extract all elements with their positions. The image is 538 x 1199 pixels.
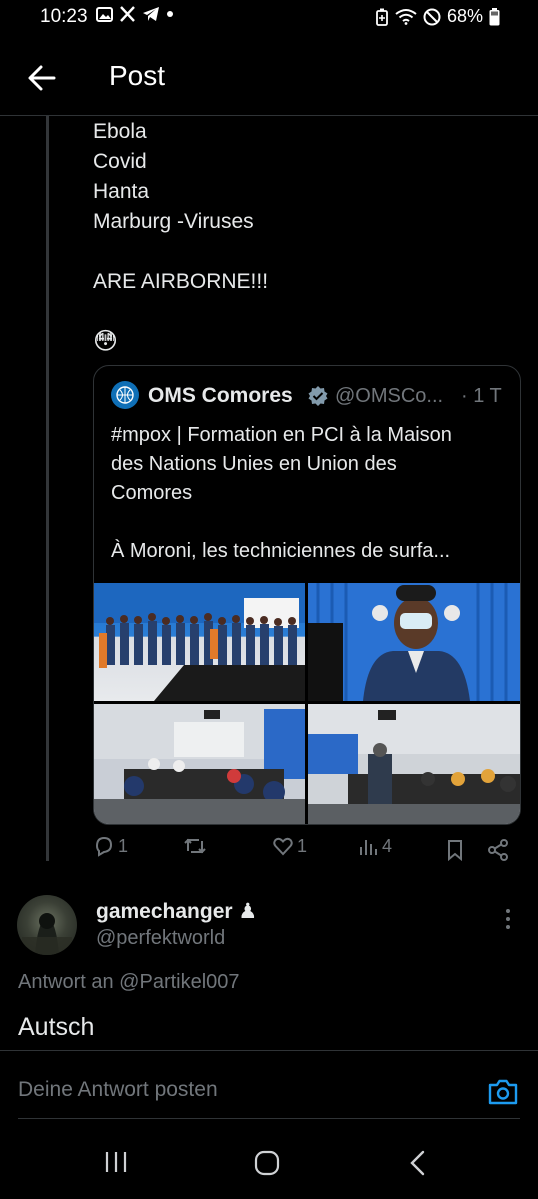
tweet-text-line: Marburg -Viruses bbox=[93, 210, 254, 233]
like-action[interactable]: 1 bbox=[272, 835, 307, 857]
gallery-icon bbox=[96, 6, 113, 22]
tweet-text-line: Ebola bbox=[93, 120, 147, 143]
system-navigation-bar bbox=[0, 1130, 538, 1199]
chess-pawn-emoji: ♟ bbox=[238, 900, 258, 923]
bookmark-icon[interactable] bbox=[445, 839, 465, 861]
flushed-face-emoji: 😳 bbox=[93, 328, 119, 355]
x-icon bbox=[120, 6, 135, 22]
views-action[interactable]: 4 bbox=[357, 835, 392, 857]
quoted-author-name[interactable]: OMS Comores bbox=[148, 384, 293, 408]
reply-count: 1 bbox=[118, 835, 129, 856]
quoted-post-time: · 1 T bbox=[461, 385, 502, 407]
do-not-disturb-icon bbox=[423, 8, 441, 25]
battery-icon bbox=[489, 7, 500, 25]
nav-back-icon[interactable] bbox=[408, 1150, 428, 1176]
page-title: Post bbox=[109, 60, 166, 91]
heart-icon bbox=[273, 837, 293, 856]
composer-divider bbox=[18, 1118, 520, 1119]
reply-author-avatar[interactable] bbox=[17, 895, 77, 955]
home-icon[interactable] bbox=[254, 1150, 280, 1176]
telegram-icon bbox=[143, 7, 159, 21]
reply-action[interactable]: 1 bbox=[93, 835, 128, 857]
status-time: 10:23 bbox=[40, 6, 88, 27]
wifi-icon bbox=[395, 9, 417, 25]
notification-icons bbox=[96, 6, 174, 22]
share-icon[interactable] bbox=[486, 838, 510, 862]
tweet-text-line: Hanta bbox=[93, 180, 150, 203]
reply-author-name[interactable]: gamechanger ♟ bbox=[96, 899, 257, 924]
repost-icon bbox=[184, 838, 206, 854]
recent-apps-icon[interactable] bbox=[104, 1150, 128, 1174]
post-actions-bar: 1 1 4 bbox=[93, 835, 519, 867]
back-arrow-icon[interactable] bbox=[22, 58, 62, 98]
quoted-text-line: #mpox | Formation en PCI à la Maison bbox=[111, 424, 452, 446]
reply-input-placeholder[interactable]: Deine Antwort posten bbox=[18, 1078, 218, 1102]
reply-to-prefix: Antwort an bbox=[18, 971, 114, 993]
who-logo-icon bbox=[116, 386, 134, 404]
quoted-text-line: À Moroni, les techniciennes de surfa... bbox=[111, 540, 451, 562]
system-icons: 68% bbox=[375, 6, 500, 27]
like-count: 1 bbox=[297, 835, 308, 856]
quoted-post-card[interactable]: OMS Comores @OMSCo... · 1 T #mpox | Form… bbox=[93, 365, 521, 825]
views-count: 4 bbox=[382, 835, 393, 856]
photo-group-training[interactable] bbox=[94, 583, 305, 701]
quoted-text-line: Comores bbox=[111, 482, 193, 504]
reply-author-handle[interactable]: @perfektworld bbox=[96, 927, 225, 950]
reply-composer[interactable]: Deine Antwort posten bbox=[0, 1050, 538, 1121]
quoted-text-line: des Nations Unies en Union des bbox=[111, 453, 397, 475]
reply-context: Antwort an @Partikel007 bbox=[18, 971, 240, 994]
photo-classroom-left[interactable] bbox=[94, 704, 305, 824]
status-bar: 10:23 68% bbox=[0, 0, 538, 34]
repost-action[interactable] bbox=[183, 835, 210, 857]
quoted-author-handle[interactable]: @OMSCo... bbox=[335, 385, 443, 408]
tweet-text-line: ARE AIRBORNE!!! bbox=[93, 270, 269, 293]
dot-icon bbox=[167, 11, 173, 17]
photo-mask-demonstration[interactable] bbox=[308, 583, 520, 701]
reply-to-mention[interactable]: @Partikel007 bbox=[119, 971, 239, 993]
camera-icon[interactable] bbox=[487, 1077, 519, 1107]
verified-badge-icon bbox=[308, 386, 328, 406]
top-app-bar: Post bbox=[0, 40, 538, 116]
tweet-text-line: Covid bbox=[93, 150, 147, 173]
battery-percent: 68% bbox=[446, 6, 483, 26]
battery-saver-icon bbox=[376, 8, 388, 26]
more-options-icon[interactable] bbox=[499, 905, 517, 933]
views-icon bbox=[360, 840, 377, 855]
photo-classroom-right[interactable] bbox=[308, 704, 520, 824]
thread-connector-line bbox=[46, 116, 49, 861]
quoted-author-avatar[interactable] bbox=[111, 381, 139, 409]
reply-icon bbox=[95, 836, 113, 857]
reply-text: Autsch bbox=[18, 1013, 95, 1041]
